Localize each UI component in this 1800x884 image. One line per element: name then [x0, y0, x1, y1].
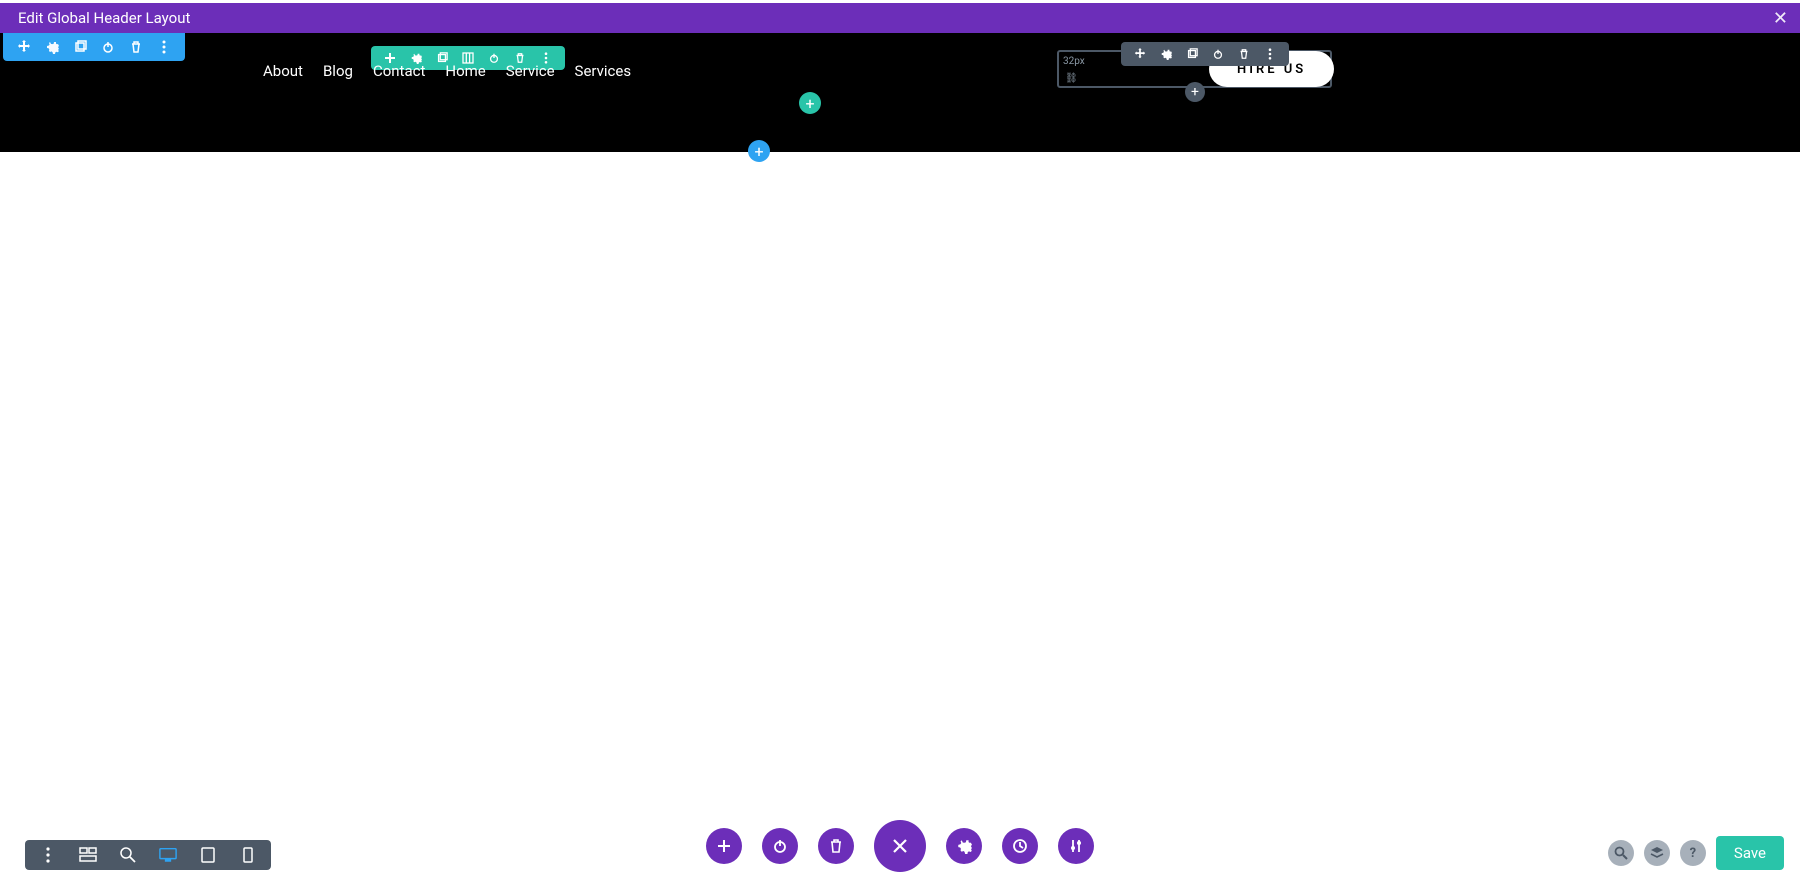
trash-icon[interactable] [1237, 47, 1251, 61]
module-toolbar [1121, 42, 1289, 66]
more-icon[interactable] [157, 40, 171, 54]
add-section-button[interactable]: + [748, 140, 770, 162]
nav-item[interactable]: About [263, 62, 303, 80]
page-actions [706, 820, 1094, 872]
main-nav: About Blog Contact Home Service Services [263, 62, 631, 80]
move-icon[interactable] [1133, 47, 1147, 61]
section-toolbar [3, 33, 185, 61]
titlebar-title: Edit Global Header Layout [18, 9, 190, 27]
save-button[interactable]: Save [1716, 836, 1784, 870]
trash-button[interactable] [818, 828, 854, 864]
close-icon[interactable]: ✕ [1773, 8, 1788, 29]
power-button[interactable] [762, 828, 798, 864]
sliders-button[interactable] [1058, 828, 1094, 864]
desktop-icon[interactable] [159, 846, 177, 864]
power-icon[interactable] [101, 40, 115, 54]
link-icon: ⛓ [1065, 73, 1078, 84]
history-button[interactable] [1002, 828, 1038, 864]
mobile-icon[interactable] [239, 846, 257, 864]
move-icon[interactable] [17, 40, 31, 54]
titlebar: Edit Global Header Layout ✕ [0, 3, 1800, 33]
gear-icon[interactable] [1159, 47, 1173, 61]
duplicate-icon[interactable] [73, 40, 87, 54]
tablet-icon[interactable] [199, 846, 217, 864]
power-icon[interactable] [1211, 47, 1225, 61]
nav-item[interactable]: Services [575, 62, 632, 80]
wireframe-icon[interactable] [79, 846, 97, 864]
add-button[interactable] [706, 828, 742, 864]
right-actions: ? Save [1608, 836, 1784, 870]
more-icon[interactable] [39, 846, 57, 864]
settings-button[interactable] [946, 828, 982, 864]
padding-left-label: 32px [1063, 56, 1085, 67]
nav-item[interactable]: Service [506, 62, 555, 80]
nav-item[interactable]: Contact [373, 62, 425, 80]
gear-icon[interactable] [45, 40, 59, 54]
header-section[interactable] [0, 33, 1800, 152]
add-module-button[interactable]: + [1185, 82, 1205, 102]
help-button[interactable]: ? [1680, 840, 1706, 866]
nav-item[interactable]: Blog [323, 62, 353, 80]
close-button[interactable] [874, 820, 926, 872]
trash-icon[interactable] [129, 40, 143, 54]
search-button[interactable] [1608, 840, 1634, 866]
add-row-button[interactable]: + [799, 92, 821, 114]
duplicate-icon[interactable] [1185, 47, 1199, 61]
view-toolbar [25, 840, 271, 870]
zoom-icon[interactable] [119, 846, 137, 864]
more-icon[interactable] [1263, 47, 1277, 61]
layers-button[interactable] [1644, 840, 1670, 866]
nav-item[interactable]: Home [445, 62, 485, 80]
